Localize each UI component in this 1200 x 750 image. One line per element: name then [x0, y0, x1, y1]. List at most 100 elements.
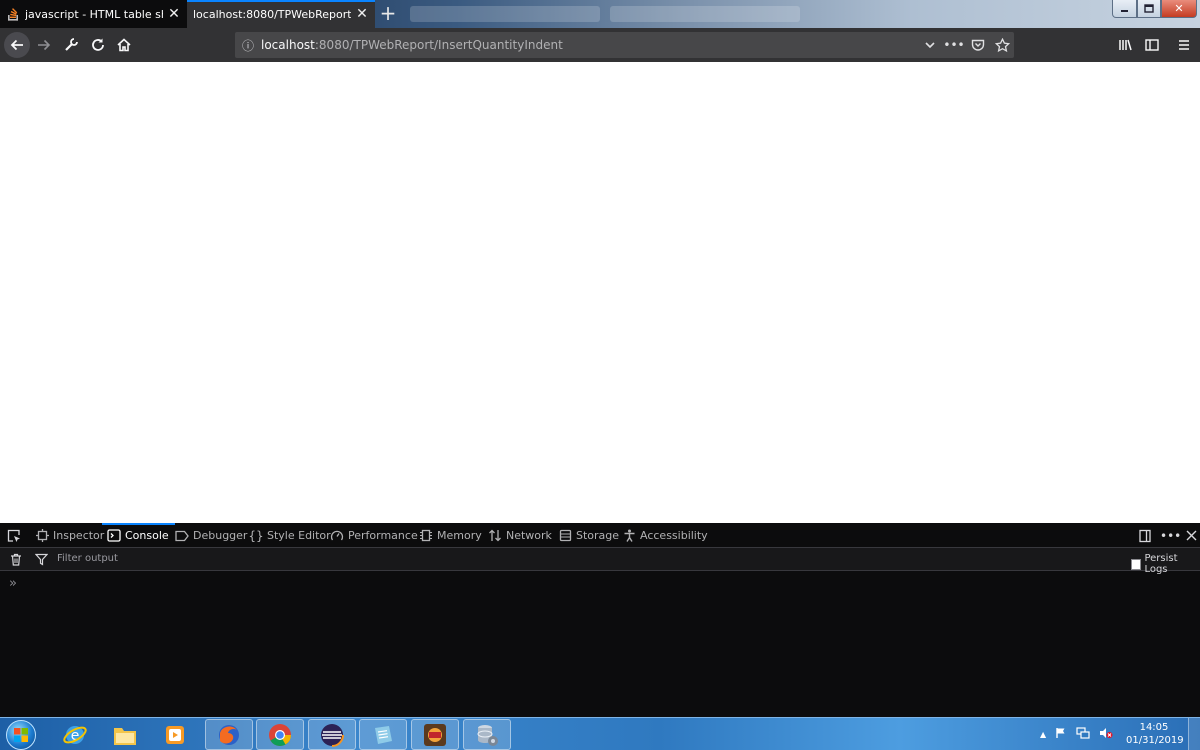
persist-logs-checkbox[interactable]	[1131, 558, 1142, 570]
devtools-more-icon[interactable]: •••	[1160, 523, 1181, 548]
url-host: localhost	[261, 38, 315, 52]
devtools-close-button[interactable]	[1183, 523, 1200, 548]
system-tray: ▲	[1040, 718, 1113, 750]
devtools-tab-label: Debugger	[193, 529, 248, 542]
console-icon	[106, 528, 122, 544]
storage-icon	[557, 528, 573, 544]
element-picker-icon	[6, 528, 22, 544]
internet-explorer-icon[interactable]: e	[51, 719, 99, 750]
memory-chip-icon	[418, 528, 434, 544]
library-icon	[1119, 39, 1132, 51]
page-content	[0, 62, 1200, 523]
network-icon[interactable]	[1076, 727, 1090, 742]
tab-title: javascript - HTML table showin	[25, 7, 163, 21]
tab-strip: javascript - HTML table showin ✕ localho…	[0, 0, 1200, 28]
taskbar-clock[interactable]: 14:05 01/31/2019	[1126, 721, 1184, 747]
devtools-tab-network[interactable]: Network	[487, 523, 552, 548]
element-picker-button[interactable]	[6, 523, 25, 548]
devtools-tab-label: Memory	[437, 529, 482, 542]
devtools-tab-style-editor[interactable]: {} Style Editor	[248, 523, 330, 548]
url-bar[interactable]: ⓘ localhost:8080/TPWebReport/InsertQuant…	[235, 32, 1014, 58]
tab-stackoverflow[interactable]: javascript - HTML table showin ✕	[0, 0, 187, 28]
home-button[interactable]	[111, 32, 137, 58]
new-tab-icon[interactable]: +	[378, 3, 398, 23]
action-center-flag-icon[interactable]	[1055, 727, 1067, 742]
devtools-tab-label: Inspector	[53, 529, 105, 542]
devtools-tab-memory[interactable]: Memory	[418, 523, 482, 548]
reload-button[interactable]	[85, 32, 111, 58]
tab-localhost[interactable]: localhost:8080/TPWebReport/Insert ✕	[187, 0, 375, 28]
site-info-icon[interactable]: ⓘ	[235, 37, 261, 54]
file-explorer-icon[interactable]	[101, 719, 149, 750]
home-icon	[117, 38, 131, 52]
library-button[interactable]	[1112, 32, 1138, 58]
developer-wrench-button[interactable]	[58, 32, 84, 58]
persist-logs-toggle[interactable]: Persist Logs	[1131, 553, 1200, 575]
url-text[interactable]: localhost:8080/TPWebReport/InsertQuantit…	[261, 38, 918, 52]
url-dropdown-icon[interactable]	[918, 33, 942, 57]
devtools-tab-console[interactable]: Console	[102, 523, 175, 548]
gauge-icon	[329, 528, 345, 544]
accessibility-icon	[621, 528, 637, 544]
clear-console-button[interactable]	[8, 548, 27, 571]
devtools-tab-label: Storage	[576, 529, 620, 542]
forward-arrow-icon	[38, 39, 51, 51]
show-hidden-icons-icon[interactable]: ▲	[1040, 730, 1046, 739]
forward-button[interactable]	[31, 32, 57, 58]
notepad-icon[interactable]	[359, 719, 407, 750]
devtools-tab-accessibility[interactable]: Accessibility	[621, 523, 708, 548]
persist-logs-label: Persist Logs	[1144, 553, 1178, 575]
devtools-tab-performance[interactable]: Performance	[329, 523, 418, 548]
devtools-panel: Inspector Console Debugger {} Style Edit…	[0, 523, 1200, 717]
bookmark-star-icon[interactable]	[990, 33, 1014, 57]
windows-logo-icon	[6, 719, 36, 750]
close-tab-icon[interactable]: ✕	[167, 7, 181, 21]
devtools-tab-debugger[interactable]: Debugger	[174, 523, 247, 548]
volume-muted-icon[interactable]	[1099, 727, 1113, 742]
stackoverflow-icon	[6, 7, 20, 21]
url-path: :8080/TPWebReport/InsertQuantityIndent	[314, 38, 563, 52]
background-decoration	[610, 6, 800, 22]
menu-button[interactable]	[1171, 32, 1197, 58]
devtools-tab-storage[interactable]: Storage	[557, 523, 619, 548]
pocket-icon[interactable]	[966, 33, 990, 57]
eclipse-icon[interactable]	[308, 719, 356, 750]
dock-side-icon	[1137, 528, 1153, 544]
close-tab-icon[interactable]: ✕	[355, 7, 369, 21]
devtools-tab-label: Performance	[348, 529, 418, 542]
show-desktop-button[interactable]	[1188, 718, 1200, 750]
clock-date: 01/31/2019	[1126, 735, 1184, 746]
devtools-tab-label: Network	[506, 529, 552, 542]
devtools-tab-label: Console	[125, 529, 169, 542]
filter-button[interactable]	[33, 548, 52, 571]
clock-time: 14:05	[1139, 722, 1169, 733]
debugger-icon	[174, 528, 190, 544]
inspector-icon	[34, 528, 50, 544]
reload-icon	[92, 38, 104, 51]
chrome-icon[interactable]	[256, 719, 304, 750]
background-decoration	[410, 6, 600, 22]
devtools-toolbar: Inspector Console Debugger {} Style Edit…	[0, 523, 1200, 548]
firefox-icon[interactable]	[205, 719, 253, 750]
database-icon[interactable]	[463, 719, 511, 750]
windows-taskbar: e ▲ 14:05 01/31/2019	[0, 717, 1200, 750]
back-button[interactable]	[4, 32, 30, 58]
minimize-button[interactable]	[1112, 0, 1137, 18]
maximize-button[interactable]	[1137, 0, 1161, 18]
close-window-button[interactable]: ✕	[1161, 0, 1197, 18]
console-input-prompt[interactable]: »	[9, 576, 17, 591]
tab-title: localhost:8080/TPWebReport/Insert	[193, 7, 351, 21]
app-icon[interactable]	[411, 719, 459, 750]
arrows-updown-icon	[487, 528, 503, 544]
media-player-icon[interactable]	[151, 719, 199, 750]
wrench-icon	[65, 38, 78, 51]
trash-icon	[8, 552, 24, 568]
devtools-tab-inspector[interactable]: Inspector	[34, 523, 104, 548]
page-actions-icon[interactable]: •••	[942, 33, 966, 57]
dock-toggle-button[interactable]	[1137, 523, 1156, 548]
hamburger-menu-icon	[1179, 40, 1189, 50]
filter-output-input[interactable]: Filter output	[57, 553, 118, 564]
back-arrow-icon	[10, 39, 23, 51]
sidebar-button[interactable]	[1139, 32, 1165, 58]
start-button[interactable]	[2, 718, 40, 750]
